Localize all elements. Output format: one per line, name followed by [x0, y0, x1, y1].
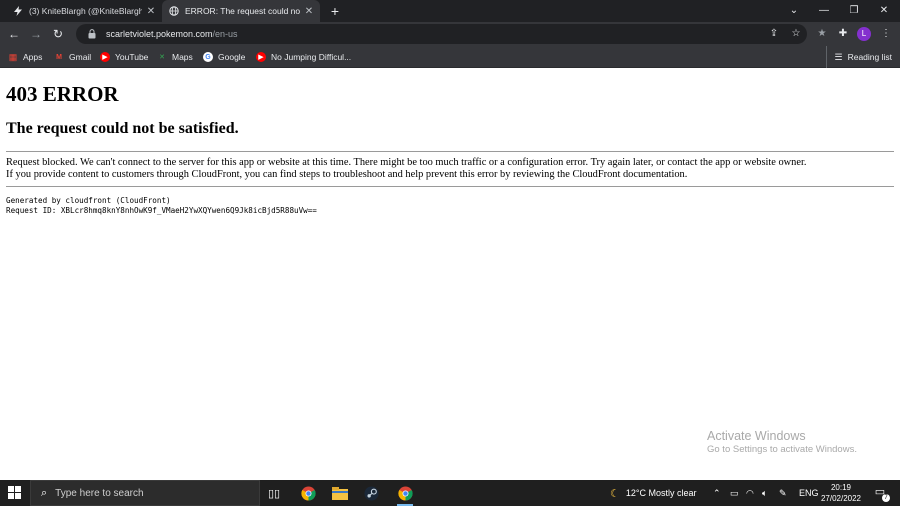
tab-kniteblargh[interactable]: (3) KniteBlargh (@KniteBlargh) / ✕	[6, 0, 162, 22]
close-tab-icon[interactable]: ✕	[146, 6, 156, 17]
notification-count: 7	[882, 494, 890, 502]
lightning-icon	[12, 6, 23, 17]
activate-windows-subtitle: Go to Settings to activate Windows.	[707, 444, 857, 455]
bookmark-youtube[interactable]: ▶ YouTube	[100, 46, 148, 68]
url-host: scarletviolet.pokemon.com	[106, 29, 213, 39]
bookmark-label: Google	[218, 52, 246, 62]
volume-icon[interactable]: 🔈︎	[762, 480, 767, 506]
bookmark-label: YouTube	[115, 52, 149, 62]
bookmark-google[interactable]: G Google	[203, 46, 245, 68]
address-bar[interactable]: scarletviolet.pokemon.com/en-us	[76, 24, 807, 44]
favorites-star-icon[interactable]: ★	[815, 26, 829, 42]
cloudfront-help-paragraph: If you provide content to customers thro…	[6, 169, 688, 180]
taskbar-search-box[interactable]: ⌕ Type here to search	[30, 480, 260, 506]
show-hidden-icons[interactable]: ⌃	[713, 480, 721, 506]
apps-grid-icon: ▦	[8, 51, 18, 62]
moon-icon: ☾	[610, 487, 620, 500]
extensions-icon[interactable]: ✚	[836, 26, 850, 42]
youtube-icon: ▶	[256, 52, 266, 62]
bookmark-label: No Jumping Difficul...	[271, 52, 352, 62]
weather-text: 12°C Mostly clear	[625, 488, 697, 498]
bookmark-apps[interactable]: ▦ Apps	[8, 46, 43, 68]
bookmark-label: Gmail	[69, 52, 92, 62]
language-indicator[interactable]: ENG	[799, 480, 819, 506]
battery-icon[interactable]: ▭	[730, 480, 739, 506]
search-placeholder: Type here to search	[55, 487, 144, 499]
browser-toolbar: ← → ↻ scarletviolet.pokemon.com/en-us ⇪ …	[0, 22, 900, 46]
weather-widget[interactable]: ☾ 12°C Mostly clear	[610, 480, 697, 506]
close-window-icon[interactable]: ✕	[869, 0, 899, 22]
clock-date: 27/02/2022	[820, 494, 862, 503]
tab-strip: (3) KniteBlargh (@KniteBlargh) / ✕ ERROR…	[0, 0, 900, 22]
menu-kebab-icon[interactable]: ⋮	[879, 26, 893, 42]
generated-by-text: Generated by cloudfront (CloudFront)	[6, 196, 171, 205]
tab-error[interactable]: ERROR: The request could not be ✕	[162, 0, 320, 22]
error-subheading: The request could not be satisfied.	[6, 120, 239, 137]
tab-title: ERROR: The request could not be	[185, 6, 300, 16]
youtube-icon: ▶	[100, 52, 110, 62]
bookmarks-bar: ▦ Apps M Gmail ▶ YouTube ✕ Maps G Google…	[0, 46, 900, 68]
reading-list-icon: ☰	[834, 51, 843, 62]
wifi-icon[interactable]: ◠	[746, 480, 754, 506]
bookmark-label: Apps	[23, 52, 43, 62]
bookmark-gmail[interactable]: M Gmail	[54, 46, 91, 68]
reload-icon[interactable]: ↻	[50, 26, 66, 42]
chrome-app-icon[interactable]	[299, 484, 317, 502]
windows-taskbar: ⌕ Type here to search ▯▯ ☾ 12°C Mostly c…	[0, 480, 900, 506]
url-path: /en-us	[212, 29, 238, 39]
clock-time: 20:19	[830, 483, 852, 492]
file-explorer-icon[interactable]	[331, 484, 349, 502]
divider	[6, 186, 894, 187]
windows-start-icon[interactable]	[8, 486, 22, 500]
activate-windows-watermark: Activate Windows Go to Settings to activ…	[707, 429, 857, 455]
profile-avatar[interactable]: L	[857, 27, 871, 41]
notification-center-icon[interactable]: ▭ 7	[872, 485, 890, 502]
minimize-icon[interactable]: —	[809, 0, 839, 22]
tab-title: (3) KniteBlargh (@KniteBlargh) /	[29, 6, 142, 16]
steam-icon[interactable]	[362, 484, 380, 502]
task-view-icon[interactable]: ▯▯	[265, 484, 283, 502]
globe-icon	[168, 6, 179, 17]
tab-search-icon[interactable]: ⌄	[779, 0, 809, 22]
reading-list-button[interactable]: ☰ Reading list	[825, 46, 892, 68]
taskbar-clock[interactable]: 20:19 27/02/2022	[818, 482, 864, 504]
restore-icon[interactable]: ❐	[839, 0, 869, 22]
google-icon: G	[203, 52, 213, 62]
divider	[6, 151, 894, 152]
maps-icon: ✕	[159, 54, 165, 61]
close-tab-icon[interactable]: ✕	[304, 6, 314, 17]
activate-windows-title: Activate Windows	[707, 429, 806, 443]
share-icon[interactable]: ⇪	[767, 26, 781, 42]
back-icon[interactable]: ←	[6, 26, 22, 42]
error-heading: 403 ERROR	[6, 82, 119, 106]
bookmark-label: Maps	[172, 52, 193, 62]
error-message-paragraph: Request blocked. We can't connect to the…	[6, 157, 807, 168]
forward-icon[interactable]: →	[28, 26, 44, 42]
page-content: 403 ERROR The request could not be satis…	[0, 68, 900, 480]
bookmark-no-jumping[interactable]: ▶ No Jumping Difficul...	[256, 46, 351, 68]
gmail-icon: M	[56, 53, 62, 61]
lock-icon[interactable]	[88, 29, 98, 39]
reading-list-label: Reading list	[847, 52, 892, 62]
search-icon: ⌕	[41, 486, 48, 499]
request-id-text: Request ID: XBLcr8hmq8knY8nhOwK9f_VMaeH2…	[6, 206, 317, 215]
chrome-active-app-icon[interactable]	[396, 484, 414, 506]
bookmark-maps[interactable]: ✕ Maps	[157, 46, 193, 68]
new-tab-icon[interactable]: +	[327, 2, 343, 20]
bookmark-star-icon[interactable]: ☆	[789, 26, 803, 42]
pen-icon[interactable]: ✎	[779, 480, 787, 506]
